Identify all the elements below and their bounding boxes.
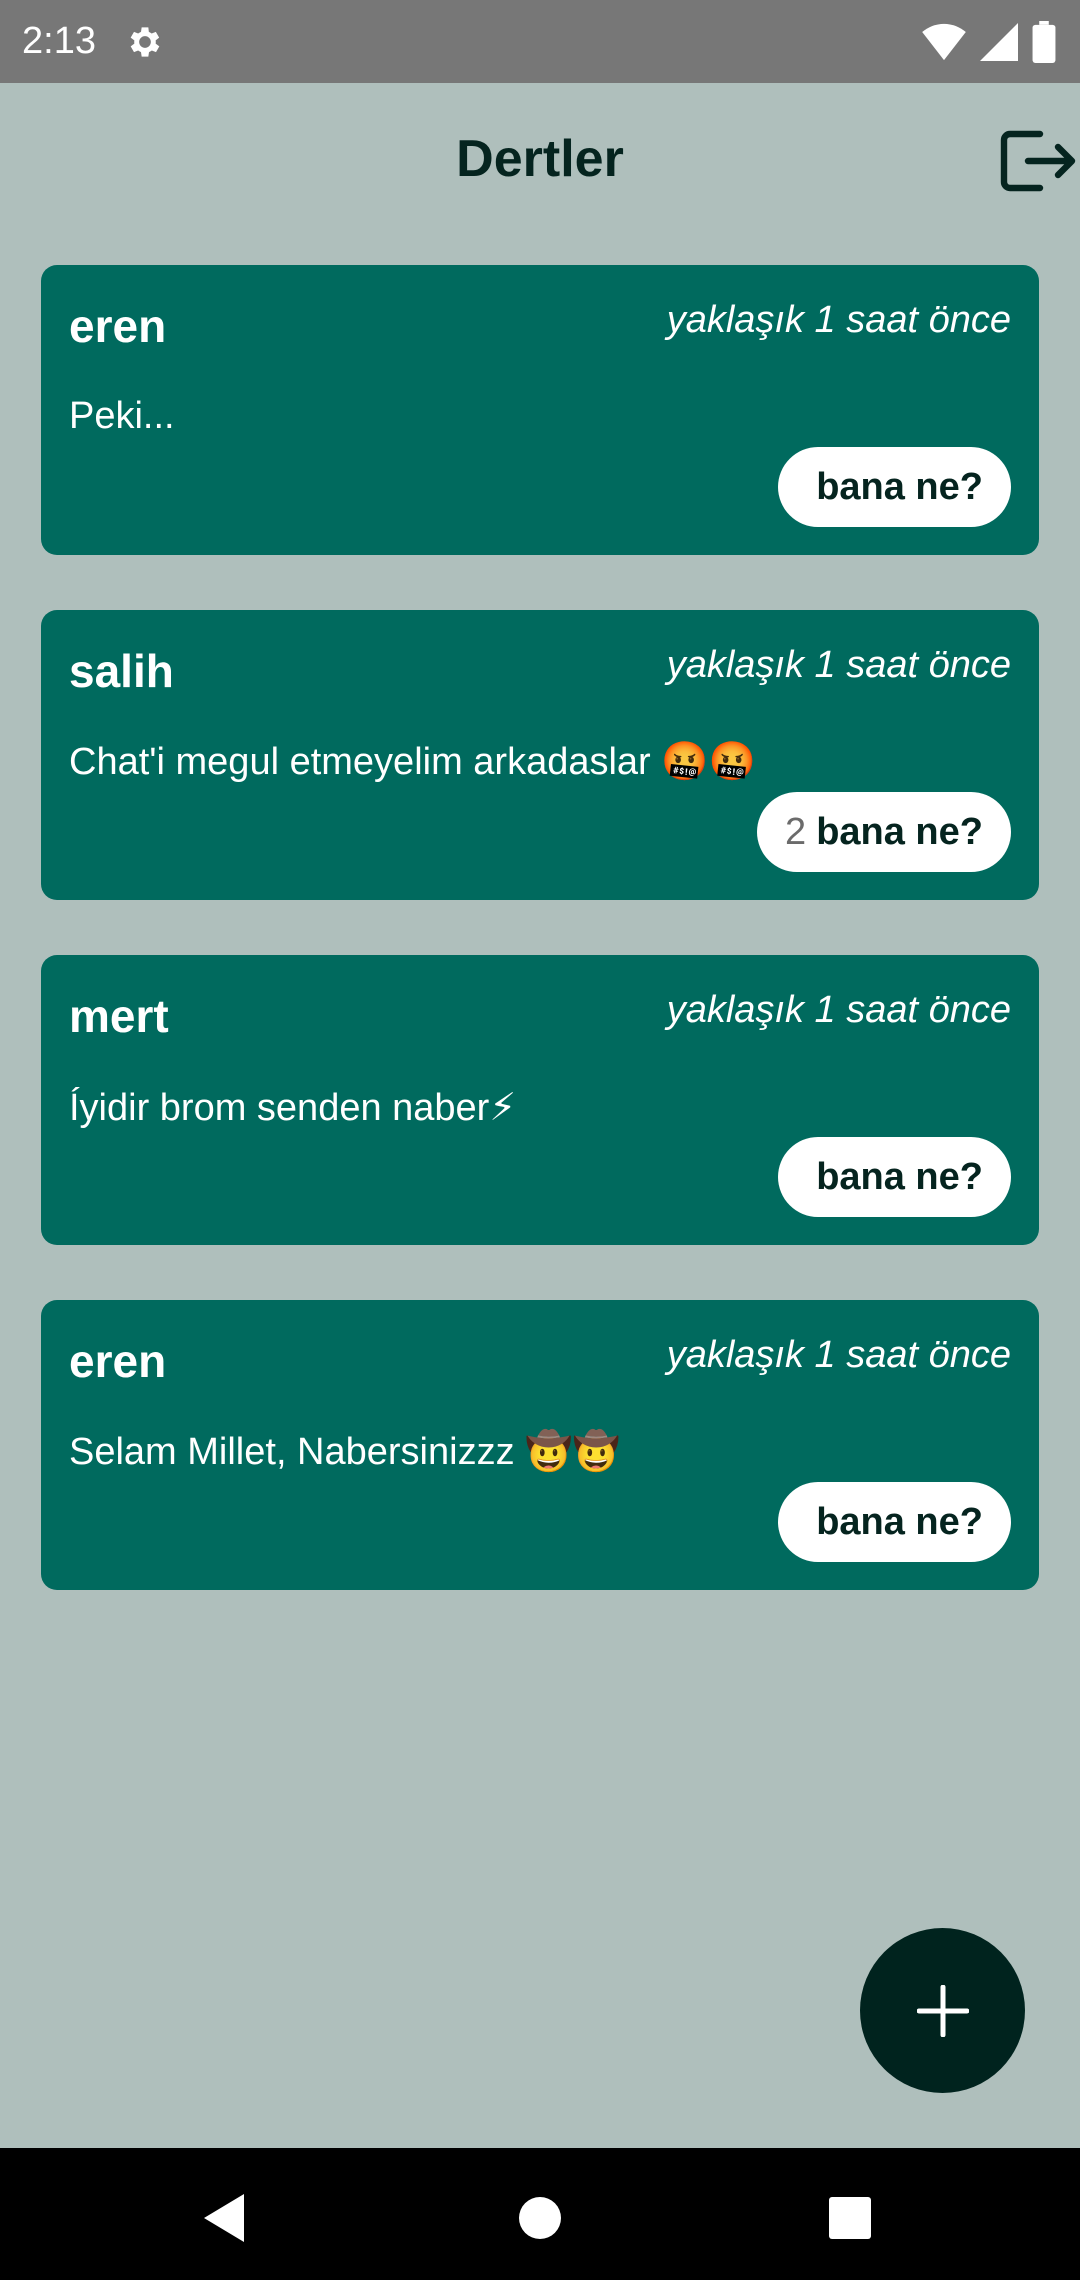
post-username: eren [69,300,167,352]
recents-icon[interactable] [820,2188,880,2248]
back-icon[interactable] [196,2188,256,2248]
reaction-label: bana ne? [816,1500,983,1543]
post-card: mert yaklaşık 1 saat önce Íyidir brom se… [41,955,1039,1245]
bana-ne-button[interactable]: bana ne? [778,1137,1011,1217]
post-time: yaklaşık 1 saat önce [666,1334,1011,1376]
plus-icon [916,1984,969,2037]
battery-icon [1032,21,1056,63]
app-bar: Dertler [0,83,1080,235]
post-username: mert [69,990,169,1042]
settings-icon [130,27,160,57]
reaction-label: bana ne? [816,1155,983,1198]
post-time: yaklaşık 1 saat önce [666,299,1011,341]
post-message: Peki... [69,395,175,437]
post-card: eren yaklaşık 1 saat önce Selam Millet, … [41,1300,1039,1590]
post-card: salih yaklaşık 1 saat önce Chat'i megul … [41,610,1039,900]
post-time: yaklaşık 1 saat önce [666,644,1011,686]
add-post-button[interactable] [860,1928,1025,2093]
logout-icon[interactable] [1000,128,1076,194]
reaction-label: bana ne? [816,810,983,853]
post-card: eren yaklaşık 1 saat önce Peki... bana n… [41,265,1039,555]
status-time: 2:13 [22,20,96,62]
post-message: Íyidir brom senden naber⚡ [69,1087,517,1129]
page-title: Dertler [456,130,624,188]
bana-ne-button[interactable]: bana ne? [778,1482,1011,1562]
bana-ne-button[interactable]: 2 bana ne? [757,792,1011,872]
reaction-label: bana ne? [816,465,983,508]
post-username: salih [69,645,174,697]
wifi-icon [922,23,966,61]
status-bar: 2:13 [0,0,1080,83]
home-icon[interactable] [510,2188,570,2248]
post-message: Chat'i megul etmeyelim arkadaslar 🤬🤬 [69,741,756,783]
post-list: eren yaklaşık 1 saat önce Peki... bana n… [41,265,1039,1645]
signal-icon [980,23,1018,61]
post-time: yaklaşık 1 saat önce [666,989,1011,1031]
reaction-count: 2 [785,810,807,853]
post-username: eren [69,1335,167,1387]
navigation-bar [0,2148,1080,2280]
bana-ne-button[interactable]: bana ne? [778,447,1011,527]
post-message: Selam Millet, Nabersinizzz 🤠🤠 [69,1431,620,1473]
